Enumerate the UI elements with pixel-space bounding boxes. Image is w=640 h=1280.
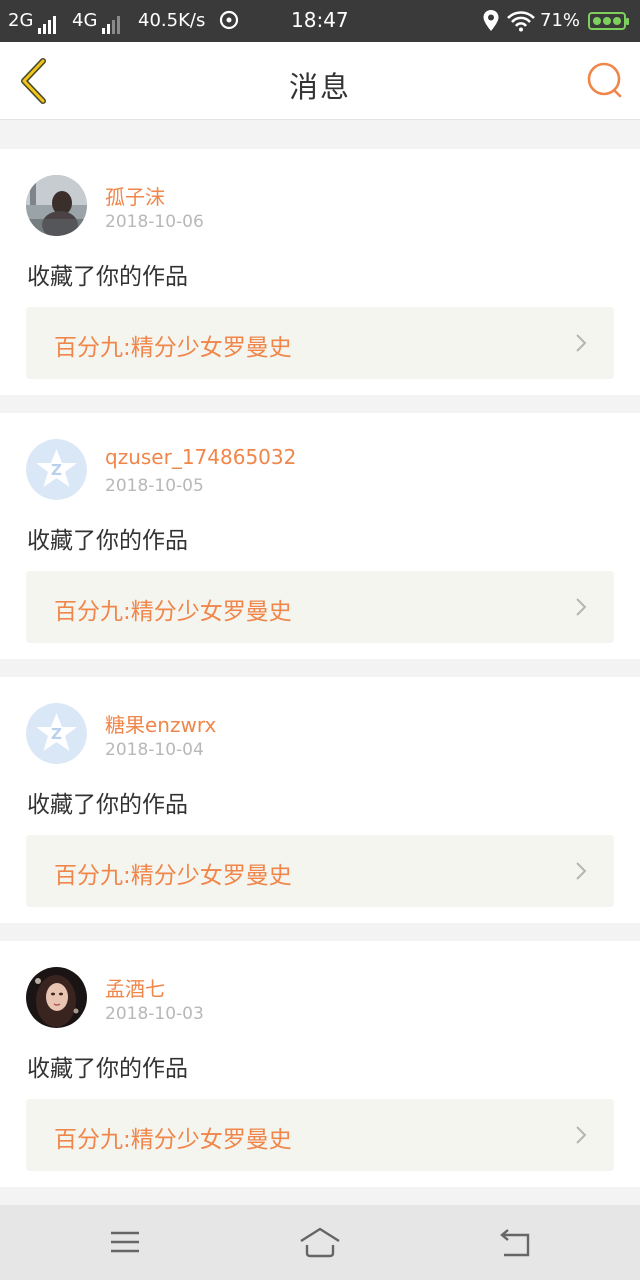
menu-icon	[111, 1231, 139, 1253]
network-2g: 2G	[8, 10, 34, 31]
return-icon	[500, 1229, 530, 1257]
location-icon	[482, 9, 500, 39]
timestamp: 2018-10-04	[105, 740, 204, 760]
message-card: Z qzuser_174865032 2018-10-05 收藏了你的作品 百分…	[0, 413, 640, 659]
sync-icon	[218, 9, 240, 37]
message-card: Z 糖果enzwrx 2018-10-04 收藏了你的作品 百分九:精分少女罗曼…	[0, 677, 640, 923]
network-4g: 4G	[72, 10, 98, 31]
work-title: 百分九:精分少女罗曼史	[54, 599, 292, 625]
action-text: 收藏了你的作品	[27, 792, 188, 818]
status-bar: 2G 4G 40.5K/s 18:47 71%	[0, 0, 640, 42]
message-card: 孤子沫 2018-10-06 收藏了你的作品 百分九:精分少女罗曼史	[0, 149, 640, 395]
username[interactable]: 孟酒七	[105, 973, 165, 1002]
work-link[interactable]: 百分九:精分少女罗曼史	[26, 835, 614, 907]
username[interactable]: 糖果enzwrx	[105, 709, 216, 738]
battery-icon	[588, 12, 629, 30]
action-text: 收藏了你的作品	[27, 1056, 188, 1082]
action-text: 收藏了你的作品	[27, 528, 188, 554]
page-title: 消息	[288, 70, 351, 104]
chevron-right-icon	[576, 334, 587, 352]
work-title: 百分九:精分少女罗曼史	[54, 1127, 292, 1153]
back-nav-button[interactable]	[498, 1225, 532, 1263]
avatar[interactable]	[26, 967, 87, 1028]
username[interactable]: 孤子沫	[105, 181, 165, 210]
header: 消息	[0, 42, 640, 120]
work-title: 百分九:精分少女罗曼史	[54, 863, 292, 889]
timestamp: 2018-10-03	[105, 1004, 204, 1024]
avatar[interactable]: Z	[26, 439, 87, 500]
search-button[interactable]	[582, 58, 628, 104]
clock: 18:47	[291, 8, 349, 32]
menu-button[interactable]	[108, 1225, 142, 1263]
search-icon	[587, 62, 622, 98]
svg-text:Z: Z	[51, 725, 62, 743]
wifi-icon	[506, 10, 536, 38]
signal-icon	[102, 12, 122, 34]
action-text: 收藏了你的作品	[27, 264, 188, 290]
username[interactable]: qzuser_174865032	[105, 445, 296, 469]
timestamp: 2018-10-05	[105, 476, 204, 496]
avatar[interactable]	[26, 175, 87, 236]
message-list: 孤子沫 2018-10-06 收藏了你的作品 百分九:精分少女罗曼史 Z qzu…	[0, 131, 640, 1187]
message-card: 孟酒七 2018-10-03 收藏了你的作品 百分九:精分少女罗曼史	[0, 941, 640, 1187]
network-speed: 40.5K/s	[138, 10, 206, 31]
work-link[interactable]: 百分九:精分少女罗曼史	[26, 307, 614, 379]
chevron-right-icon	[576, 1126, 587, 1144]
chevron-right-icon	[576, 598, 587, 616]
home-button[interactable]	[298, 1225, 342, 1263]
system-nav-bar	[0, 1205, 640, 1280]
home-icon	[300, 1227, 340, 1258]
chevron-right-icon	[576, 862, 587, 880]
work-title: 百分九:精分少女罗曼史	[54, 335, 292, 361]
work-link[interactable]: 百分九:精分少女罗曼史	[26, 571, 614, 643]
avatar[interactable]: Z	[26, 703, 87, 764]
signal-icon	[38, 12, 58, 34]
work-link[interactable]: 百分九:精分少女罗曼史	[26, 1099, 614, 1171]
timestamp: 2018-10-06	[105, 212, 204, 232]
svg-text:Z: Z	[51, 461, 62, 479]
battery-percent: 71%	[540, 10, 581, 31]
